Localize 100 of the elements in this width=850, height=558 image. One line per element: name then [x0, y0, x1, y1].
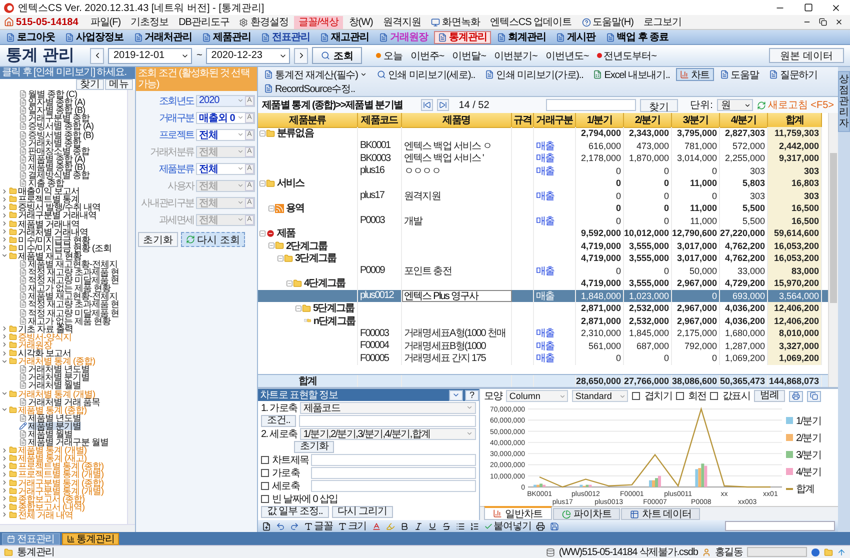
menu-item[interactable]: 화면녹화 — [426, 16, 484, 28]
table-row[interactable]: 5단계그룹 2,871,000 2,532,000 2,967,000 4,036,200 12,406,200 — [258, 302, 828, 314]
menu-item[interactable]: 글꼴/색상 — [294, 16, 343, 28]
tree-item[interactable]: 거래처별 거래 품목 — [28, 398, 100, 406]
tree-item[interactable]: 증빙서 발행/수취 내역 — [18, 203, 101, 212]
italic-button[interactable] — [412, 520, 424, 532]
tree-item[interactable]: 제품별 월별 — [28, 430, 73, 438]
menu-item[interactable]: 창(W) — [344, 16, 377, 28]
scrollbar[interactable] — [0, 524, 135, 532]
date-range-link[interactable]: 오늘 — [374, 48, 404, 62]
tree-item[interactable]: 제품별 종합 (B) — [28, 162, 85, 171]
checkbox[interactable] — [261, 468, 269, 476]
numbered-list-button[interactable] — [468, 520, 480, 532]
tree-item[interactable]: 프로젝트별 통계 — [18, 195, 80, 204]
date-field[interactable]: 2020-12-23 — [206, 48, 290, 64]
table-row[interactable]: 3단계그룹 4,719,000 3,555,000 3,017,000 4,762,200 16,053,200 — [258, 252, 828, 264]
column-header[interactable]: 제품명 — [402, 113, 512, 128]
column-header[interactable]: 4/분기 — [720, 113, 768, 128]
requery-button[interactable]: 다시 조회 — [181, 232, 245, 247]
toolbar-button[interactable]: 통계전 재계산(필수) — [260, 68, 371, 81]
table-row[interactable]: 서비스 0 0 11,000 5,803 16,803 — [258, 177, 828, 190]
input-field[interactable] — [299, 414, 476, 426]
table-row[interactable]: plus16 ㅇㅇㅇㅇ 매출 0 0 0 303 303 — [258, 164, 828, 177]
toolbar-button[interactable]: 차트 — [676, 68, 714, 81]
table-row[interactable]: plus0012 엔텍스 Plus 영구사 매출 1,848,000 1,023,000 0 693,000 3,564,000 — [258, 290, 828, 302]
date-range-link[interactable]: 이번분기~ — [492, 48, 540, 62]
source-data-button[interactable]: 원본 데이터 — [769, 48, 844, 63]
search-button[interactable]: 조회 — [312, 47, 362, 64]
checkbox[interactable] — [261, 482, 269, 490]
menu-item[interactable]: 원격지원 — [378, 16, 425, 28]
find-button[interactable]: 찾기 — [640, 98, 678, 112]
tree-item[interactable]: 제품별 년도별 — [28, 414, 82, 422]
tree-item[interactable]: 기초 자료 출력 — [18, 324, 74, 333]
help-button[interactable]: ? — [465, 390, 479, 400]
save-button[interactable] — [549, 520, 560, 532]
table-row[interactable]: 분류없음 2,794,000 2,343,000 3,795,000 2,827,303 11,759,303 — [258, 127, 828, 140]
tree-item[interactable]: 제품별 재고현황-전체지 — [28, 260, 118, 268]
input-field[interactable] — [311, 466, 476, 478]
menu-item[interactable]: 파일(F) — [86, 16, 125, 28]
tree-item[interactable]: 거래구분별 종합 — [28, 114, 90, 122]
print-button[interactable] — [788, 390, 803, 402]
menu-item[interactable]: 환경설정 — [235, 16, 292, 28]
toolbar-button[interactable]: 사업장정보 — [61, 30, 128, 44]
table-row[interactable]: 용역 0 0 11,000 5,500 16,500 — [258, 202, 828, 214]
collapse-button[interactable] — [449, 390, 463, 400]
toolbar-button[interactable]: RecordSource수정.. — [260, 82, 359, 95]
tree-item[interactable]: 거래처별 분기별 — [28, 373, 90, 382]
tree-item[interactable]: 제품별 거래내역 — [18, 220, 80, 228]
tree-item[interactable]: 적정 재고량 초과제품 현 — [28, 268, 120, 276]
table-row[interactable]: BK0001 엔텍스 백업 서비스 ㅇ 매출 616,000 473,000 781,000 572,000 2,442,000 — [258, 140, 828, 152]
chart-action-button[interactable]: 값 일부 조정.. — [261, 506, 329, 518]
tree-item[interactable]: 거래구분별 거래내역 — [18, 211, 97, 220]
table-row[interactable]: F00003 거래명세표A형(1000 천매 매출 2,310,000 1,845,000 2,175,000 1,680,000 8,010,000 — [258, 327, 828, 340]
tree-item[interactable]: 적정 재고량 초과제품 현 — [28, 300, 120, 308]
table-row[interactable]: BK0003 엔텍스 백업 서비스 ' 매출 2,178,000 1,870,000 3,014,000 2,255,000 9,317,000 — [258, 152, 828, 164]
copy-button[interactable] — [806, 390, 821, 402]
date-range-link[interactable]: 전년도부터~ — [594, 48, 659, 62]
chart-tab[interactable]: 일반차트 — [484, 506, 552, 520]
chart-action-button[interactable]: 다시 그리기 — [332, 506, 393, 518]
column-header[interactable]: 2/분기 — [624, 113, 672, 128]
tree-item[interactable]: 미수/미지급금 현황 — [18, 236, 90, 244]
tree-item[interactable]: 지출 종합 — [28, 179, 64, 188]
table-row[interactable]: F00005 거래명세표 간지 175 매출 0 0 0 1,069,200 1,069,200 — [258, 352, 828, 364]
reset-button[interactable]: 초기화 — [294, 440, 334, 452]
date-range-link[interactable]: 이번주~ — [408, 48, 446, 62]
panel-button[interactable]: 찾기 — [76, 79, 104, 90]
table-row[interactable]: F00004 거래명세표B형(1000 매출 561,000 687,000 792,000 1,287,000 3,327,000 — [258, 340, 828, 352]
date-field[interactable]: 2019-12-01 — [108, 48, 192, 64]
side-tab[interactable]: 상점관리자 — [838, 71, 850, 132]
underline-button[interactable] — [426, 520, 438, 532]
tree-item[interactable]: 미수/미지급금 현황 (조회 — [18, 244, 112, 252]
toolbar-button[interactable]: 거래처관리 — [130, 30, 196, 44]
strikethrough-button[interactable] — [440, 520, 452, 532]
table-row[interactable]: 제품 9,592,000 10,012,000 12,790,600 27,220,000 59,614,600 — [258, 227, 828, 240]
tree-item[interactable]: 일자별 종합 (A) — [28, 98, 85, 106]
tree-item[interactable]: 재고가 없는 제품 현황 — [28, 284, 111, 292]
tree-item[interactable]: 제품별 거래구분 월별 — [28, 438, 109, 446]
toolbar-button[interactable]: 로그아웃 — [2, 30, 59, 44]
toolbar-button[interactable]: 통계관리 — [434, 30, 491, 44]
toolbar-button[interactable]: 백업 후 종료 — [602, 30, 673, 44]
tree-item[interactable]: 증빙서별 종합 (B) — [28, 130, 94, 139]
new-file-button[interactable] — [261, 520, 272, 532]
checkbox[interactable] — [261, 456, 269, 464]
input-field[interactable] — [311, 454, 476, 466]
date-range-link[interactable]: 이번년도~ — [543, 48, 591, 62]
tree-item[interactable]: 월별 종합 (C) — [28, 90, 77, 98]
print-button[interactable] — [535, 520, 546, 532]
chart-tab[interactable]: 파이차트 — [552, 508, 620, 520]
taskbar-button[interactable]: 통계관리 — [62, 532, 120, 544]
toolbar-button[interactable]: 제품관리 — [198, 30, 255, 44]
tree-item[interactable]: 적정 재고량 미달제품 현 — [28, 276, 120, 284]
table-row[interactable]: plus17 원격지원 매출 0 0 0 303 303 — [258, 190, 828, 202]
toolbar-button[interactable]: Excel 내보내기.. — [589, 68, 674, 81]
column-header[interactable]: 3/분기 — [672, 113, 720, 128]
checkbox[interactable] — [710, 392, 718, 400]
toolbar-button[interactable]: 재고관리 — [316, 30, 373, 44]
toolbar-button[interactable]: 질문하기 — [764, 68, 822, 81]
menu-item[interactable]: 기초정보 — [126, 16, 173, 28]
next-button[interactable] — [294, 48, 308, 64]
date-range-link[interactable]: 이번달~ — [450, 48, 488, 62]
